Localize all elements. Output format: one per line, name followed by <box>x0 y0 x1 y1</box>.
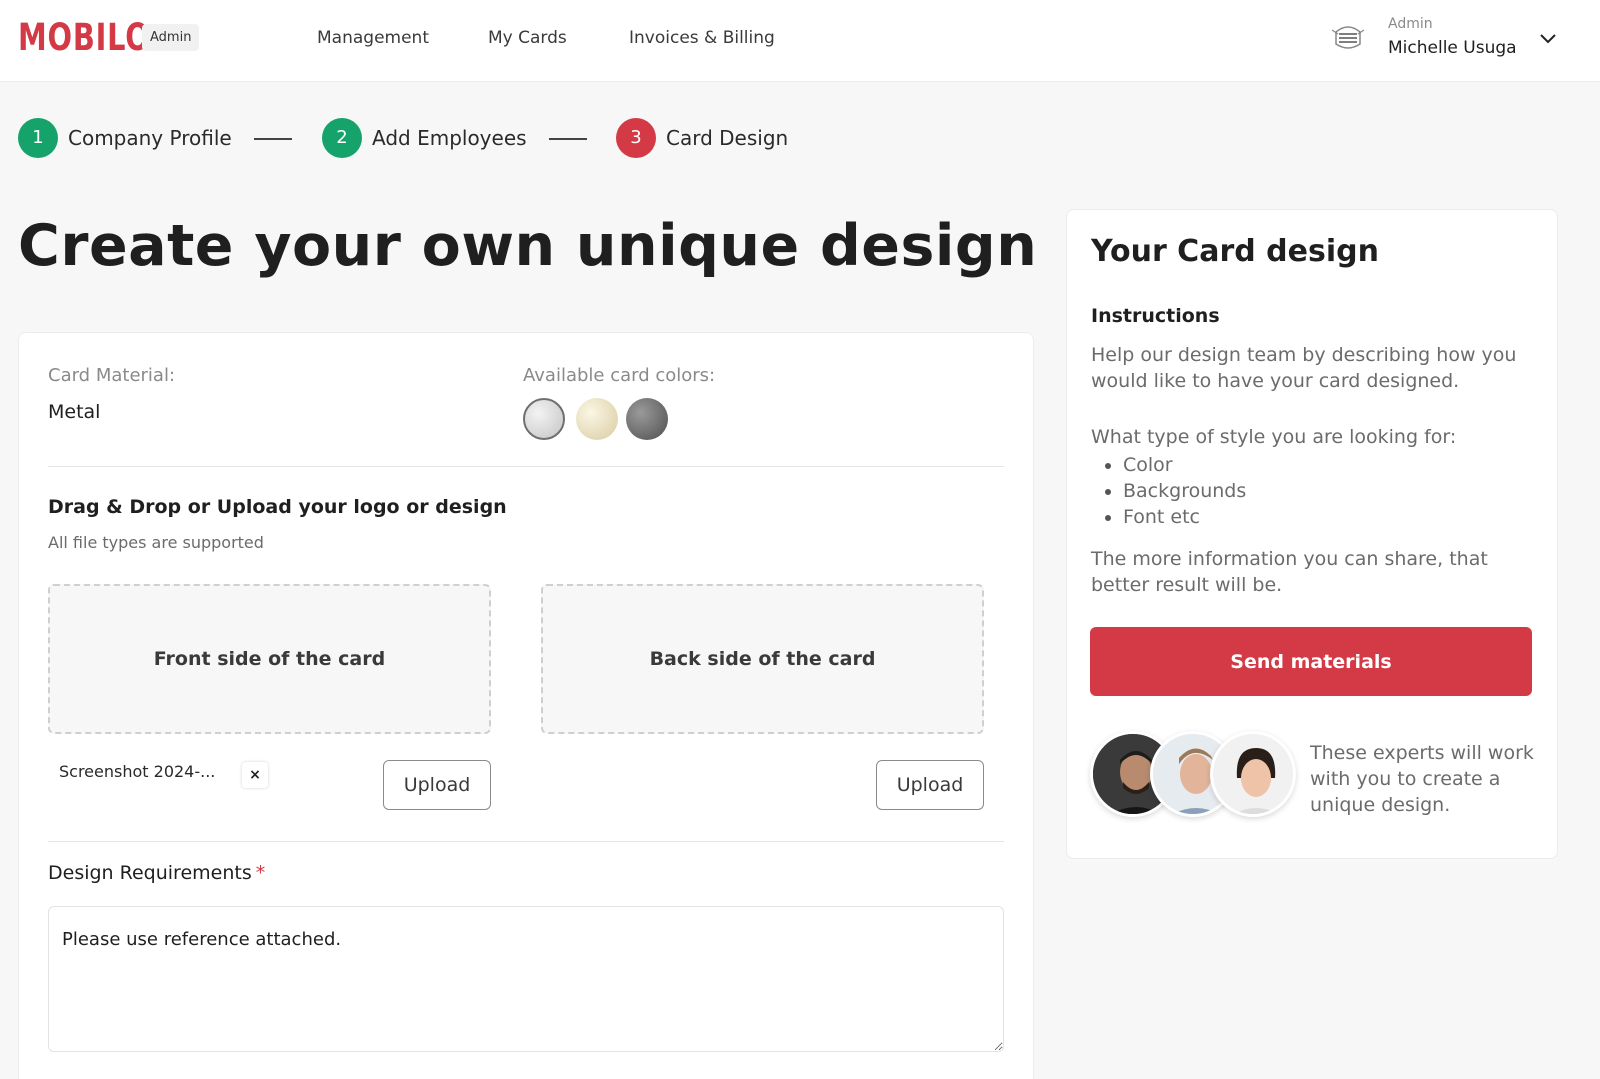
required-marker: * <box>255 862 266 884</box>
back-side-label: Back side of the card <box>649 648 876 670</box>
admin-role-badge: Admin <box>142 24 200 51</box>
instructions-heading: Instructions <box>1091 305 1220 327</box>
step-connector <box>549 138 587 140</box>
step-1-circle[interactable]: 1 <box>18 118 58 158</box>
back-upload-button[interactable]: Upload <box>876 760 984 810</box>
color-swatch-gold[interactable] <box>576 398 618 440</box>
style-item-color: Color <box>1103 452 1246 478</box>
instructions-closing: The more information you can share, that… <box>1091 548 1488 596</box>
chevron-down-icon[interactable] <box>1536 26 1560 50</box>
upload-section-title: Drag & Drop or Upload your logo or desig… <box>48 496 507 518</box>
step-2-circle[interactable]: 2 <box>322 118 362 158</box>
expert-avatar <box>1210 731 1296 817</box>
nav-management[interactable]: Management <box>317 26 429 50</box>
step-connector <box>254 138 292 140</box>
style-list: Color Backgrounds Font etc <box>1103 452 1246 530</box>
step-3-label[interactable]: Card Design <box>666 125 788 151</box>
top-navigation-bar: MOBILO Admin Management My Cards Invoice… <box>0 0 1600 82</box>
style-item-backgrounds: Backgrounds <box>1103 478 1246 504</box>
color-swatch-silver[interactable] <box>523 398 565 440</box>
front-file-name: Screenshot 2024-... <box>59 762 216 781</box>
section-divider <box>48 841 1004 842</box>
remove-file-button[interactable]: × <box>242 762 268 788</box>
style-item-font: Font etc <box>1103 504 1246 530</box>
user-role-label: Admin <box>1388 16 1433 32</box>
front-side-dropzone[interactable]: Front side of the card <box>48 584 491 734</box>
card-material-value: Metal <box>48 401 101 423</box>
design-requirements-text: Design Requirements <box>48 862 252 884</box>
nav-my-cards[interactable]: My Cards <box>488 26 567 50</box>
style-prompt: What type of style you are looking for: <box>1091 426 1457 448</box>
side-panel-title: Your Card design <box>1091 234 1379 269</box>
company-logo-icon <box>1331 26 1365 49</box>
step-3-circle[interactable]: 3 <box>616 118 656 158</box>
card-colors-label: Available card colors: <box>523 365 716 386</box>
card-material-label: Card Material: <box>48 365 176 386</box>
experts-description: These experts will work with you to crea… <box>1310 742 1534 816</box>
nav-invoices-billing[interactable]: Invoices & Billing <box>629 26 775 50</box>
color-swatch-gunmetal[interactable] <box>626 398 668 440</box>
page-title: Create your own unique design <box>18 213 1038 279</box>
send-materials-button[interactable]: Send materials <box>1090 627 1532 696</box>
user-name[interactable]: Michelle Usuga <box>1388 38 1517 58</box>
back-side-dropzone[interactable]: Back side of the card <box>541 584 984 734</box>
instructions-intro: Help our design team by describing how y… <box>1091 344 1517 392</box>
mobilo-logo[interactable]: MOBILO <box>18 18 151 58</box>
upload-section-subtitle: All file types are supported <box>48 533 264 552</box>
design-requirements-textarea[interactable]: Please use reference attached. <box>48 906 1004 1052</box>
step-2-label[interactable]: Add Employees <box>372 125 527 151</box>
front-side-label: Front side of the card <box>153 648 386 670</box>
design-requirements-label: Design Requirements * <box>48 862 265 884</box>
front-upload-button[interactable]: Upload <box>383 760 491 810</box>
section-divider <box>48 466 1004 467</box>
step-1-label[interactable]: Company Profile <box>68 125 232 151</box>
